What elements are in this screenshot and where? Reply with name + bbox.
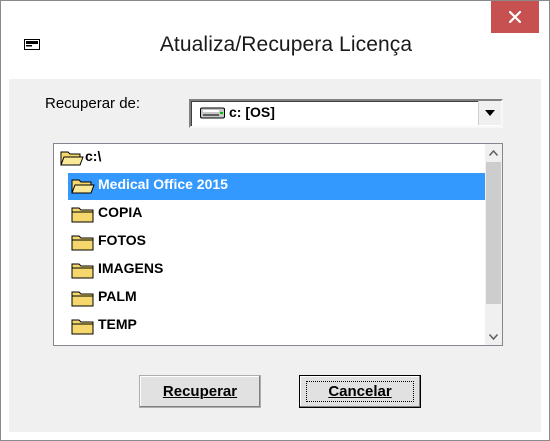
chevron-up-icon [489,149,498,156]
dialog-window: Atualiza/Recupera Licença Recuperar de: … [0,0,550,441]
recuperar-label: Recuperar de: [45,95,141,112]
folder-item-imagens[interactable]: IMAGENS [54,256,484,284]
folder-list[interactable]: c:\ Medical Office 2015 COPIA FOTOS IMAG… [53,143,503,346]
folder-item-label: FOTOS [98,232,146,248]
folder-item-label: TEMP [98,316,137,332]
open-folder-icon [60,151,84,166]
folder-item-label: IMAGENS [98,260,164,276]
cancelar-button[interactable]: Cancelar [299,375,421,408]
scroll-down-button[interactable] [485,328,502,345]
folder-icon [71,235,94,251]
recuperar-button[interactable]: Recuperar [139,375,261,408]
folder-item-label: Medical Office 2015 [98,176,228,192]
folder-icon [71,319,94,335]
folder-item-medical-office[interactable]: Medical Office 2015 [54,172,486,200]
close-icon [509,11,521,23]
title-bar[interactable]: Atualiza/Recupera Licença [1,1,549,79]
folder-item-palm[interactable]: PALM [54,284,484,312]
folder-item-copia[interactable]: COPIA [54,200,484,228]
cancelar-button-label: Cancelar [328,383,392,400]
drive-icon [200,107,225,119]
folder-item-temp[interactable]: TEMP [54,312,484,340]
folder-root-label: c:\ [85,148,102,164]
scroll-thumb[interactable] [486,162,501,304]
drive-value: c: [OS] [229,104,275,120]
folder-item-label: COPIA [98,204,143,220]
open-folder-icon [71,179,95,194]
folder-icon [71,291,94,307]
folder-icon [71,263,94,279]
folder-icon [71,207,94,223]
chevron-down-icon [485,110,495,116]
folder-root-item[interactable]: c:\ [54,144,484,172]
window-title: Atualiza/Recupera Licença [159,33,413,56]
window-card-icon[interactable] [24,39,40,50]
recuperar-button-label: Recuperar [162,383,238,400]
dropdown-arrow-button[interactable] [478,101,501,125]
chevron-down-icon [489,333,498,340]
close-button[interactable] [491,1,539,33]
vertical-scrollbar[interactable] [485,144,502,345]
folder-item-label: PALM [98,288,137,304]
scroll-up-button[interactable] [485,144,502,161]
drive-dropdown[interactable]: c: [OS] [189,99,503,128]
folder-item-fotos[interactable]: FOTOS [54,228,484,256]
